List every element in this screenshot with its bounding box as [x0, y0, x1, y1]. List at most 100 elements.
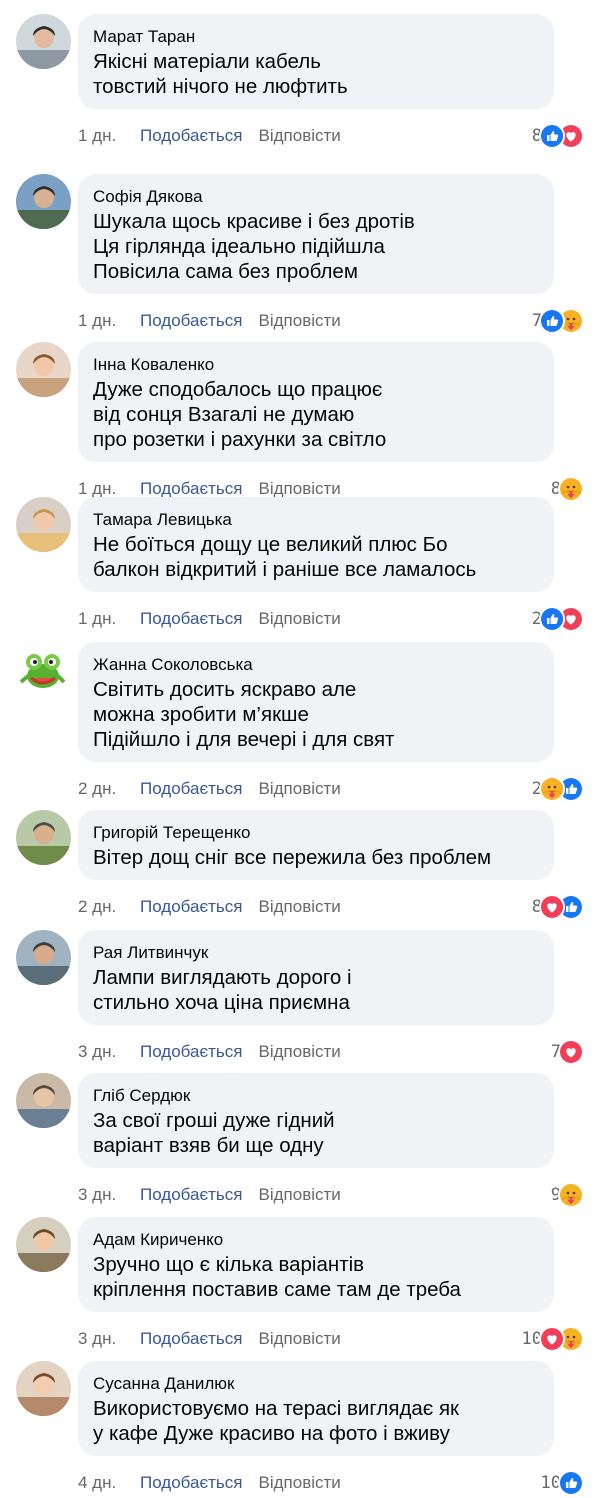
reply-button[interactable]: Відповісти: [259, 1471, 341, 1495]
comment-actions: 2 дн. Подобається Відповісти: [78, 777, 341, 801]
love-icon: [539, 894, 565, 920]
care-icon: [558, 1182, 584, 1208]
comment-actions: 2 дн. Подобається Відповісти: [78, 895, 341, 919]
love-icon: [558, 1039, 584, 1065]
like-button[interactable]: Подобається: [140, 124, 243, 148]
comment-bubble: Тамара Левицька Не боїться дощу це велики…: [78, 497, 554, 592]
reaction-summary[interactable]: 2: [532, 776, 584, 802]
comment-text-line: балкон відкритий і раніше все ламалось: [93, 558, 477, 581]
comment-text-line: кріплення поставив саме там де треба: [93, 1278, 461, 1301]
reaction-summary[interactable]: 9: [551, 1182, 584, 1208]
comment-timestamp[interactable]: 1 дн.: [78, 607, 138, 631]
comment-actions: 3 дн. Подобається Відповісти: [78, 1040, 341, 1064]
comment-text-line: Дуже сподобалось що працює: [93, 378, 383, 401]
reaction-summary[interactable]: 10: [541, 1470, 584, 1496]
comment-actions: 1 дн. Подобається Відповісти: [78, 309, 341, 333]
comment-author[interactable]: Адам Кириченко: [93, 1229, 538, 1251]
comment-author[interactable]: Григорій Терещенко: [93, 822, 538, 844]
comment-author[interactable]: Марат Таран: [93, 26, 538, 48]
comment-timestamp[interactable]: 3 дн.: [78, 1327, 138, 1351]
comment-text-line: Використовуємо на терасі виглядає як: [93, 1397, 460, 1420]
comment-text-line: від сонця Взагалі не думаю: [93, 403, 355, 426]
comment-timestamp[interactable]: 2 дн.: [78, 895, 138, 919]
comment-timestamp[interactable]: 1 дн.: [78, 124, 138, 148]
comment-timestamp[interactable]: 3 дн.: [78, 1040, 138, 1064]
comment-text-line: Повісила сама без проблем: [93, 260, 358, 283]
comment-text-line: Світить досить яскраво але: [93, 678, 357, 701]
comment-bubble: Григорій Терещенко Вітер дощ сніг все пер…: [78, 810, 554, 880]
avatar[interactable]: [16, 174, 71, 229]
comment-author[interactable]: Жанна Соколовська: [93, 654, 538, 676]
comment-text-line: Вітер дощ сніг все пережила без проблем: [93, 846, 492, 869]
comment-author[interactable]: Тамара Левицька: [93, 509, 538, 531]
reply-button[interactable]: Відповісти: [259, 1040, 341, 1064]
avatar[interactable]: [16, 1361, 71, 1416]
comment-author[interactable]: Рая Литвинчук: [93, 942, 538, 964]
like-button[interactable]: Подобається: [140, 1327, 243, 1351]
comment-bubble: Адам Кириченко Зручно що є кілька варіант…: [78, 1217, 554, 1312]
reaction-summary[interactable]: 7: [532, 308, 584, 334]
reaction-summary[interactable]: 8: [551, 476, 584, 502]
comment-text-line: товстий нічого не люфтить: [93, 75, 348, 98]
comment-bubble: Рая Литвинчук Лампи виглядають дорого і ст…: [78, 930, 554, 1025]
comment-author[interactable]: Гліб Сердюк: [93, 1085, 538, 1107]
comment-actions: 3 дн. Подобається Відповісти: [78, 1327, 341, 1351]
love-icon: [539, 1326, 565, 1352]
avatar[interactable]: [16, 14, 71, 69]
comment-timestamp[interactable]: 4 дн.: [78, 1471, 138, 1495]
reply-button[interactable]: Відповісти: [259, 124, 341, 148]
like-icon: [539, 606, 565, 632]
like-button[interactable]: Подобається: [140, 895, 243, 919]
reaction-summary[interactable]: 8: [532, 123, 584, 149]
comment-text-line: про розетки і рахунки за світло: [93, 428, 387, 451]
comment-text-line: можна зробити м’якше: [93, 703, 309, 726]
comment-text-line: стильно хоча ціна приємна: [93, 991, 350, 1014]
comment-author[interactable]: Софія Дякова: [93, 186, 538, 208]
like-button[interactable]: Подобається: [140, 1040, 243, 1064]
reply-button[interactable]: Відповісти: [259, 607, 341, 631]
reply-button[interactable]: Відповісти: [259, 1327, 341, 1351]
comment-bubble: Інна Коваленко Дуже сподобалось що працює…: [78, 342, 554, 462]
avatar[interactable]: [16, 930, 71, 985]
avatar[interactable]: [16, 497, 71, 552]
comment-text-line: у кафе Дуже красиво на фото і вживу: [93, 1422, 450, 1445]
avatar[interactable]: [16, 1217, 71, 1272]
comment-text-line: За свої гроші дуже гідний: [93, 1109, 335, 1132]
comment-text-line: Шукала щось красиве і без дротів: [93, 210, 415, 233]
comment-actions: 4 дн. Подобається Відповісти: [78, 1471, 341, 1495]
avatar[interactable]: [16, 342, 71, 397]
reply-button[interactable]: Відповісти: [259, 1183, 341, 1207]
reaction-summary[interactable]: 7: [551, 1039, 584, 1065]
comment-actions: 1 дн. Подобається Відповісти: [78, 124, 341, 148]
comment-author[interactable]: Інна Коваленко: [93, 354, 538, 376]
comment-timestamp[interactable]: 2 дн.: [78, 777, 138, 801]
like-button[interactable]: Подобається: [140, 309, 243, 333]
like-icon: [539, 308, 565, 334]
comment-bubble: Марат Таран Якісні матеріали кабель товсти…: [78, 14, 554, 109]
comment-timestamp[interactable]: 1 дн.: [78, 309, 138, 333]
like-button[interactable]: Подобається: [140, 1471, 243, 1495]
comment-timestamp[interactable]: 3 дн.: [78, 1183, 138, 1207]
reply-button[interactable]: Відповісти: [259, 895, 341, 919]
comment-bubble: Жанна Соколовська Світить досить яскраво …: [78, 642, 554, 762]
avatar[interactable]: [16, 1073, 71, 1128]
reply-button[interactable]: Відповісти: [259, 777, 341, 801]
reaction-summary[interactable]: 8: [532, 894, 584, 920]
like-button[interactable]: Подобається: [140, 607, 243, 631]
like-button[interactable]: Подобається: [140, 777, 243, 801]
comment-actions: 3 дн. Подобається Відповісти: [78, 1183, 341, 1207]
avatar[interactable]: [16, 642, 71, 697]
reaction-summary[interactable]: 10: [522, 1326, 584, 1352]
care-icon: [539, 776, 565, 802]
like-icon: [558, 1470, 584, 1496]
like-button[interactable]: Подобається: [140, 1183, 243, 1207]
comment-text-line: Лампи виглядають дорого і: [93, 966, 352, 989]
comment-bubble: Гліб Сердюк За свої гроші дуже гідний варі…: [78, 1073, 554, 1168]
like-icon: [539, 123, 565, 149]
comment-actions: 1 дн. Подобається Відповісти: [78, 607, 341, 631]
comment-author[interactable]: Сусанна Данилюк: [93, 1373, 538, 1395]
comment-bubble: Софія Дякова Шукала щось красиве і без др…: [78, 174, 554, 294]
avatar[interactable]: [16, 810, 71, 865]
reply-button[interactable]: Відповісти: [259, 309, 341, 333]
reaction-summary[interactable]: 2: [532, 606, 584, 632]
